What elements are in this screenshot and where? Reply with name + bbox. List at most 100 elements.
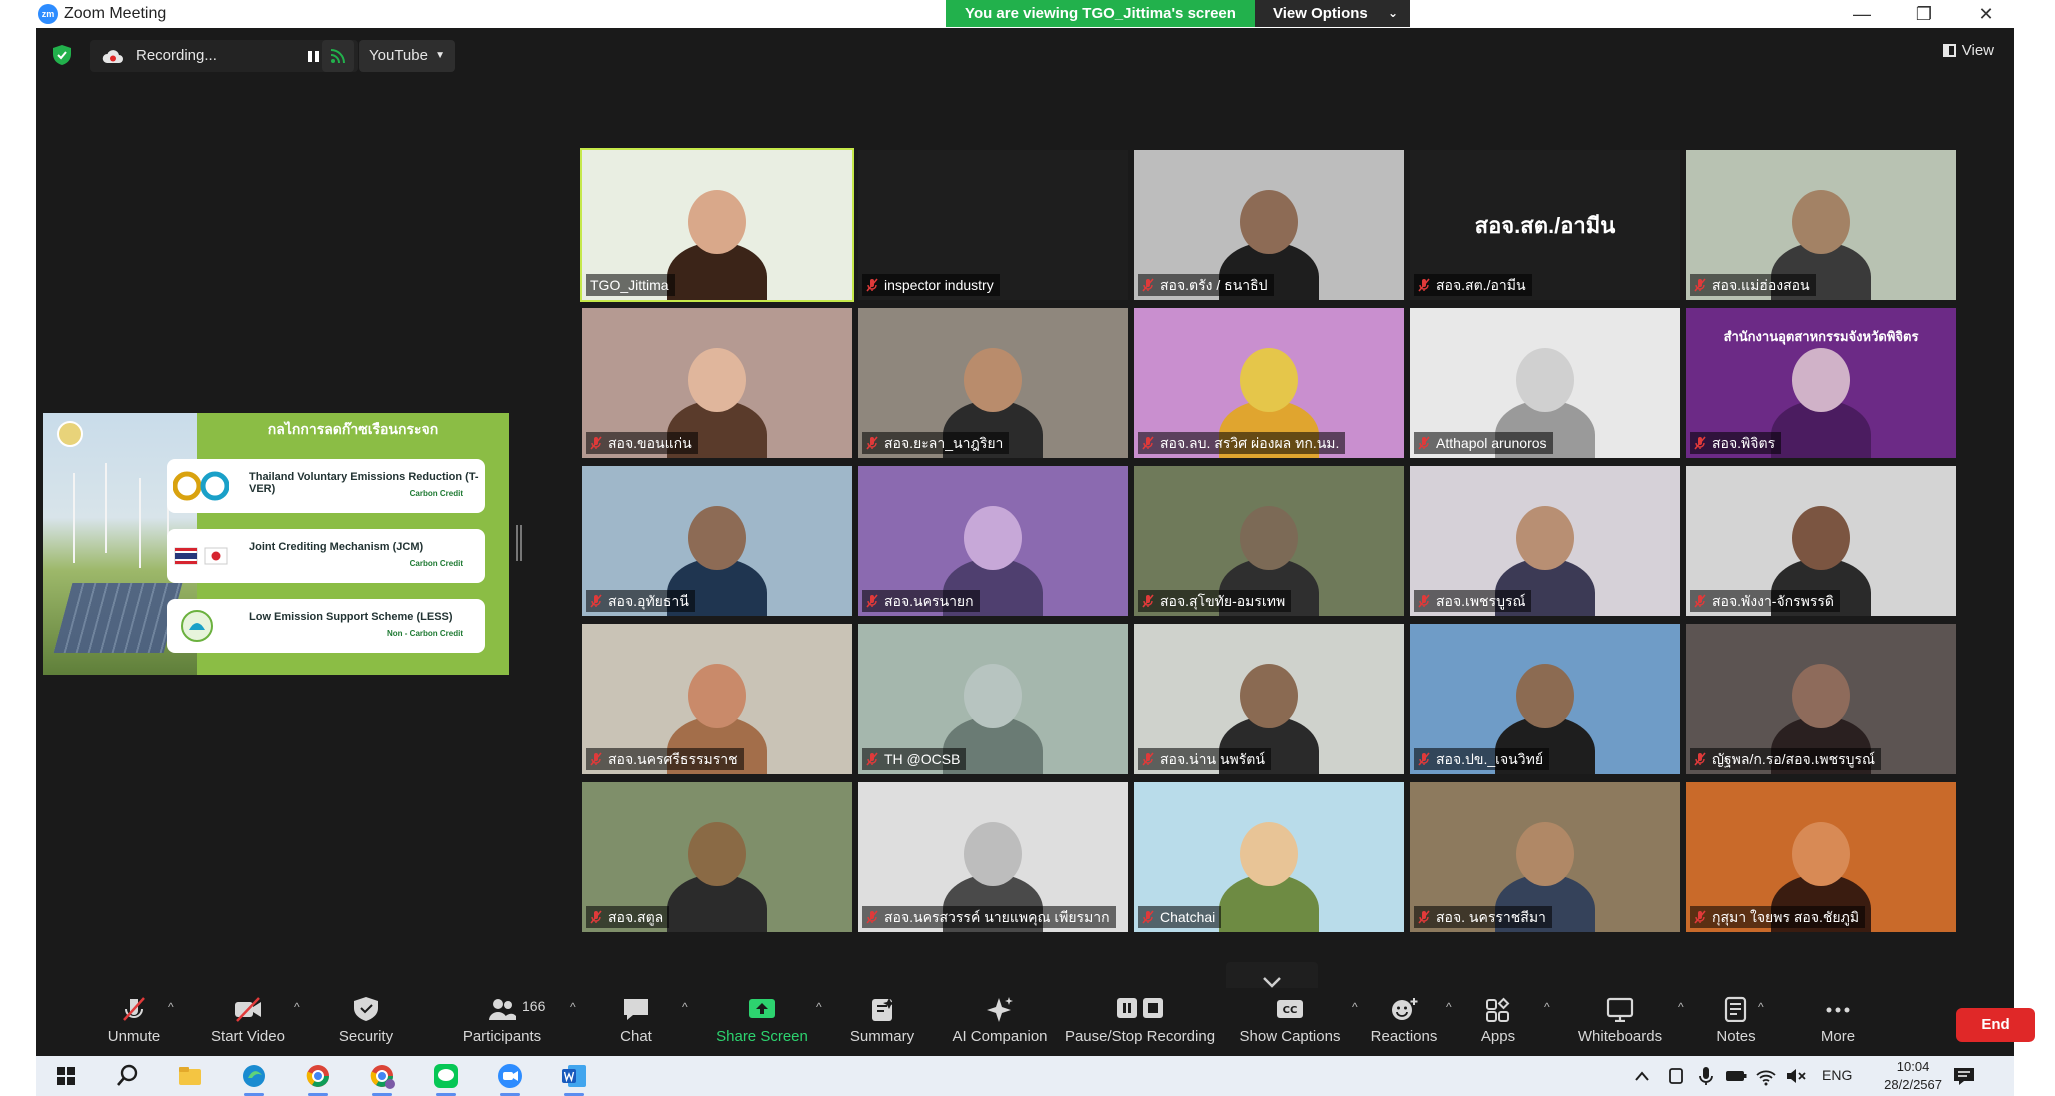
video-tile[interactable]: สอจ.ขอนแก่น: [582, 308, 852, 458]
video-tile[interactable]: สำนักงานอุตสาหกรรมจังหวัดพิจิตร สอจ.พิจิต…: [1686, 308, 1956, 458]
minimize-button[interactable]: —: [1842, 2, 1882, 26]
unmute-button[interactable]: Unmute: [94, 988, 174, 1056]
notes-options-caret[interactable]: ^: [1758, 1000, 1764, 1014]
video-tile[interactable]: สอจ.เพชรบูรณ์: [1410, 466, 1680, 616]
unmute-label: Unmute: [107, 1028, 161, 1045]
line-app-icon[interactable]: [432, 1062, 460, 1090]
participant-name-tag: สอจ. นครราชสีมา: [1414, 906, 1552, 928]
show-captions-button[interactable]: CC Show Captions: [1234, 988, 1346, 1056]
shared-screen-thumbnail[interactable]: กลไกการลดก๊าซเรือนกระจก Thailand Volunta…: [43, 413, 509, 675]
video-tile[interactable]: สอจ.น่าน นพรัตน์: [1134, 624, 1404, 774]
whiteboards-options-caret[interactable]: ^: [1678, 1000, 1684, 1014]
live-stream-button[interactable]: [322, 40, 354, 72]
ai-companion-icon: [987, 997, 1013, 1022]
youtube-stream-dropdown[interactable]: YouTube ▼: [359, 40, 455, 72]
windows-start-icon[interactable]: [52, 1062, 80, 1090]
video-tile[interactable]: สอจ.ปข._เจนวิทย์: [1410, 624, 1680, 774]
close-window-button[interactable]: ✕: [1966, 2, 2006, 26]
security-button[interactable]: Security: [326, 988, 406, 1056]
apps-options-caret[interactable]: ^: [1544, 1000, 1550, 1014]
device-icon[interactable]: [1662, 1062, 1690, 1090]
pause-recording-button[interactable]: [308, 51, 319, 62]
video-tile[interactable]: TH @OCSB: [858, 624, 1128, 774]
participants-options-caret[interactable]: ^: [570, 1000, 576, 1014]
view-options-button[interactable]: View Options ⌄: [1255, 0, 1410, 27]
search-icon[interactable]: [114, 1062, 142, 1090]
microphone-muted-icon: [1694, 278, 1706, 292]
microphone-muted-icon: [1694, 910, 1706, 924]
video-tile[interactable]: สอจ.แม่ฮ่องสอน: [1686, 150, 1956, 300]
video-tile[interactable]: สอจ.สุโขทัย-อมรเทพ: [1134, 466, 1404, 616]
participant-name-tag: TH @OCSB: [862, 748, 967, 770]
system-clock[interactable]: 10:04 28/2/2567: [1884, 1058, 1942, 1094]
chat-options-caret[interactable]: ^: [682, 1000, 688, 1014]
summary-button[interactable]: Summary: [842, 988, 922, 1056]
share-screen-options-caret[interactable]: ^: [816, 1000, 822, 1014]
panel-resize-handle[interactable]: [516, 525, 522, 561]
video-tile[interactable]: สอจ.สตูล: [582, 782, 852, 932]
speaker-muted-icon[interactable]: [1782, 1062, 1810, 1090]
start-video-options-caret[interactable]: ^: [294, 1000, 300, 1014]
reactions-button[interactable]: Reactions: [1362, 988, 1446, 1056]
edge-browser-icon[interactable]: [240, 1062, 268, 1090]
ai-companion-button[interactable]: AI Companion: [942, 988, 1058, 1056]
video-tile[interactable]: TGO_Jittima: [580, 148, 854, 302]
file-explorer-icon[interactable]: [176, 1062, 204, 1090]
input-language[interactable]: ENG: [1822, 1067, 1852, 1083]
more-button[interactable]: More: [1806, 988, 1870, 1056]
wifi-icon[interactable]: [1752, 1062, 1780, 1090]
notifications-icon[interactable]: [1950, 1062, 1978, 1090]
show-captions-label: Show Captions: [1239, 1028, 1341, 1045]
maximize-button[interactable]: ❐: [1904, 2, 1944, 26]
whiteboards-icon: [1606, 997, 1634, 1022]
video-tile[interactable]: สอจ.นครสวรรค์ นายแพคุณ เพียรมาก: [858, 782, 1128, 932]
word-app-icon[interactable]: [560, 1062, 588, 1090]
video-tile[interactable]: Chatchai: [1134, 782, 1404, 932]
video-tile[interactable]: สอจ.ลบ. สรวิศ ผ่องผล ทก.นม.: [1134, 308, 1404, 458]
microphone-muted-icon: [866, 594, 878, 608]
video-tile[interactable]: สอจ.นครศรีธรรมราช: [582, 624, 852, 774]
participant-name-tag: สอจ.สุโขทัย-อมรเทพ: [1138, 590, 1292, 612]
video-tile[interactable]: สอจ.พังงา-จักรพรรดิ: [1686, 466, 1956, 616]
participants-button[interactable]: 166 Participants: [448, 988, 556, 1056]
participant-name: สอจ.พังงา-จักรพรรดิ: [1712, 593, 1835, 609]
video-tile[interactable]: สอจ.อุทัยธานี: [582, 466, 852, 616]
participant-figure: [1240, 190, 1298, 254]
apps-button[interactable]: Apps: [1468, 988, 1528, 1056]
video-tile[interactable]: กุสุมา ใจยพร สอจ.ชัยภูมิ: [1686, 782, 1956, 932]
chrome-profile-icon[interactable]: [368, 1062, 396, 1090]
apps-label: Apps: [1480, 1028, 1516, 1045]
whiteboards-button[interactable]: Whiteboards: [1570, 988, 1670, 1056]
zoom-logo-icon: zm: [38, 4, 58, 24]
zoom-app-icon[interactable]: [496, 1062, 524, 1090]
view-button[interactable]: View: [1942, 42, 1994, 59]
video-tile[interactable]: สอจ.ยะลา_นาฎริยา: [858, 308, 1128, 458]
video-tile[interactable]: สอจ.สต./อามีน สอจ.สต./อามีน: [1410, 150, 1680, 300]
pause-stop-recording-button[interactable]: Pause/Stop Recording: [1060, 988, 1220, 1056]
show-captions-options-caret[interactable]: ^: [1352, 1000, 1358, 1014]
start-video-button[interactable]: Start Video: [200, 988, 296, 1056]
unmute-icon: [123, 997, 145, 1021]
end-meeting-button[interactable]: End: [1956, 1008, 2035, 1042]
participant-figure: [688, 506, 746, 570]
reactions-options-caret[interactable]: ^: [1446, 1000, 1452, 1014]
microphone-icon[interactable]: [1692, 1062, 1720, 1090]
unmute-options-caret[interactable]: ^: [168, 1000, 174, 1014]
participant-name: สอจ.น่าน นพรัตน์: [1160, 751, 1265, 767]
battery-icon[interactable]: [1722, 1062, 1750, 1090]
chat-button[interactable]: Chat: [604, 988, 668, 1056]
pause-stop-recording-icon: [1117, 998, 1163, 1018]
rss-icon: [330, 49, 345, 64]
share-screen-button[interactable]: Share Screen: [710, 988, 814, 1056]
notes-button[interactable]: Notes: [1704, 988, 1768, 1056]
chrome-browser-icon[interactable]: [304, 1062, 332, 1090]
video-tile[interactable]: สอจ. นครราชสีมา: [1410, 782, 1680, 932]
show-hidden-icons-icon[interactable]: [1628, 1062, 1656, 1090]
video-tile[interactable]: ญัฐพล/ก.รอ/สอจ.เพชรบูรณ์: [1686, 624, 1956, 774]
encryption-shield-icon[interactable]: [52, 44, 72, 66]
video-tile[interactable]: สอจ.นครนายก: [858, 466, 1128, 616]
video-tile[interactable]: สอจ.ตรัง / ธนาธิป: [1134, 150, 1404, 300]
video-tile[interactable]: Atthapol arunoros: [1410, 308, 1680, 458]
video-tile[interactable]: inspector industry: [858, 150, 1128, 300]
microphone-muted-icon: [1418, 594, 1430, 608]
